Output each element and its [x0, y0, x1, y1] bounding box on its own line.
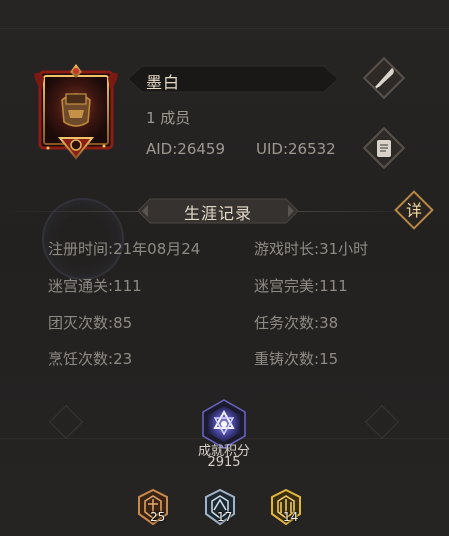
- stat-value: 21年08月24: [113, 240, 201, 258]
- guild-crest-icon: [34, 64, 118, 160]
- stat-value: 23: [113, 350, 133, 368]
- stat-label: 团灭次数:: [48, 314, 114, 332]
- career-record-title: 生涯记录: [183, 204, 252, 223]
- section-divider-right: [296, 211, 394, 212]
- silver-count: 17: [217, 510, 233, 524]
- stat-value: 38: [319, 314, 339, 332]
- guild-name: 墨白: [146, 73, 181, 92]
- left-diamond-ornament: [49, 405, 83, 439]
- stat-label: 游戏时长:: [254, 240, 320, 258]
- stat-value: 31小时: [319, 240, 369, 258]
- top-divider: [0, 28, 449, 29]
- guild-emblem[interactable]: [32, 60, 120, 160]
- silver-medal[interactable]: 17: [203, 488, 243, 530]
- edit-button[interactable]: [362, 56, 406, 100]
- gold-count: 14: [283, 510, 299, 524]
- achievement-score: 2915: [207, 455, 241, 470]
- stat-maze-clear: 迷宫通关:111: [48, 275, 142, 296]
- stat-team-wipe: 团灭次数:85: [48, 312, 132, 333]
- stat-value: 85: [113, 314, 133, 332]
- gold-medal[interactable]: 14: [269, 488, 309, 530]
- stat-label: 重铸次数:: [254, 350, 320, 368]
- aid-label: AID:26459: [146, 140, 226, 158]
- stat-value: 111: [319, 277, 348, 295]
- stat-register-time: 注册时间:21年08月24: [48, 238, 200, 259]
- guild-info-panel: 墨白 1 成员 AID:26459 UID:26532 生涯记录 详 注册时间:…: [0, 0, 449, 536]
- stat-label: 迷宫完美:: [254, 277, 320, 295]
- uid-label: UID:26532: [256, 140, 336, 158]
- detail-button[interactable]: 详: [392, 188, 436, 232]
- stat-label: 烹饪次数:: [48, 350, 114, 368]
- member-count: 1 成员: [146, 109, 191, 127]
- bronze-count: 25: [150, 510, 166, 524]
- records-button[interactable]: [362, 126, 406, 170]
- stat-maze-perfect: 迷宫完美:111: [254, 275, 348, 296]
- stat-label: 任务次数:: [254, 314, 320, 332]
- detail-label: 详: [406, 201, 422, 220]
- bronze-medal[interactable]: 25: [136, 488, 176, 530]
- stat-value: 15: [319, 350, 339, 368]
- stat-reforge: 重铸次数:15: [254, 348, 338, 369]
- stat-value: 111: [113, 277, 142, 295]
- scroll-document-icon: [377, 140, 391, 157]
- stat-play-time: 游戏时长:31小时: [254, 238, 368, 259]
- stat-cooking: 烹饪次数:23: [48, 348, 132, 369]
- stat-label: 迷宫通关:: [48, 277, 114, 295]
- right-diamond-ornament: [365, 405, 399, 439]
- stat-quests: 任务次数:38: [254, 312, 338, 333]
- stat-label: 注册时间:: [48, 240, 114, 258]
